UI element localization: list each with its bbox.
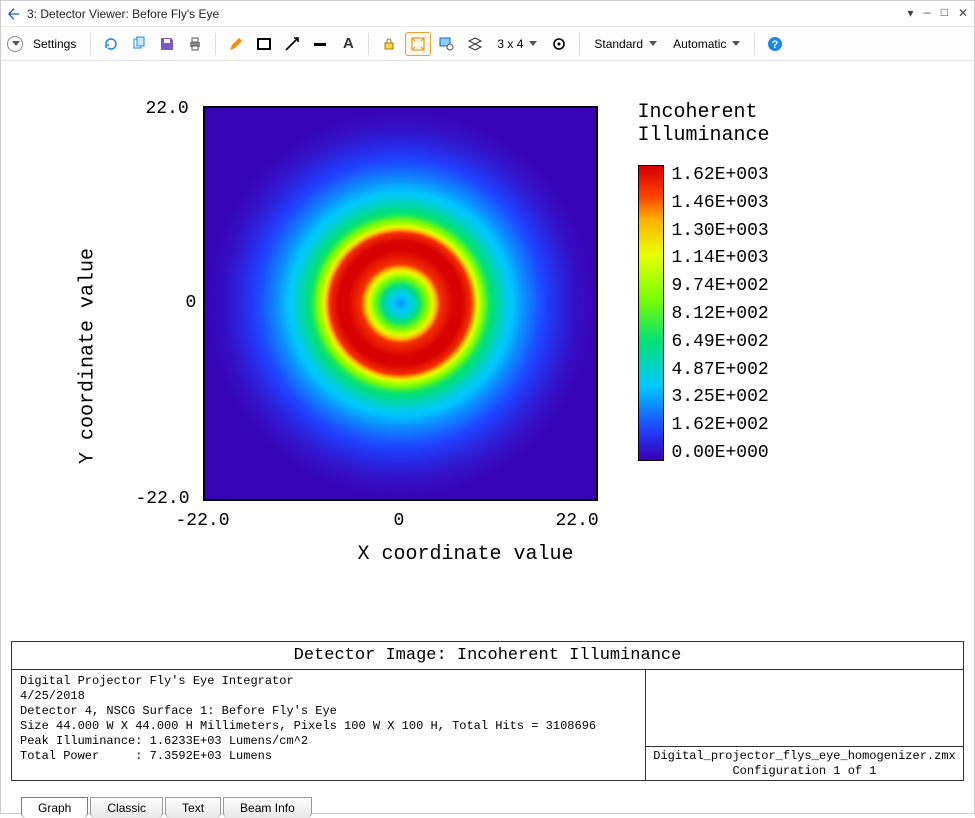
colorbar-tick: 9.74E+002 <box>672 276 769 296</box>
automatic-dropdown[interactable]: Automatic <box>667 32 746 56</box>
colorbar-legend: IncoherentIlluminance 1.62E+003 1.46E+003… <box>638 101 918 463</box>
chevron-down-icon <box>649 41 657 46</box>
print-button[interactable] <box>183 32 207 56</box>
maximize-button[interactable]: □ <box>941 6 948 21</box>
rectangle-button[interactable] <box>252 32 276 56</box>
y-tick-bot: -22.0 <box>136 489 190 509</box>
tab-beam-info[interactable]: Beam Info <box>223 797 312 818</box>
colorbar-tick: 6.49E+002 <box>672 332 769 352</box>
minimize-button[interactable]: — <box>924 6 931 21</box>
grid-size-button[interactable]: 3 x 4 <box>491 32 543 56</box>
titlebar: 3: Detector Viewer: Before Fly's Eye ▾ —… <box>1 1 974 27</box>
expand-toggle[interactable] <box>7 36 23 52</box>
y-tick-top: 22.0 <box>146 99 189 119</box>
x-axis-label: X coordinate value <box>358 543 574 627</box>
tab-graph[interactable]: Graph <box>21 797 88 818</box>
colorbar-ticks: 1.62E+003 1.46E+003 1.30E+003 1.14E+003 9.74… <box>672 165 769 463</box>
window-settings-button[interactable] <box>435 32 459 56</box>
tab-strip: GraphClassicTextBeam Info <box>1 791 974 817</box>
pencil-button[interactable] <box>224 32 248 56</box>
chevron-down-icon <box>732 41 740 46</box>
svg-text:?: ? <box>772 39 779 51</box>
dropdown-icon[interactable]: ▾ <box>908 6 914 21</box>
copy-button[interactable] <box>127 32 151 56</box>
colorbar-tick: 4.87E+002 <box>672 360 769 380</box>
window-title: 3: Detector Viewer: Before Fly's Eye <box>27 7 908 21</box>
info-text: Digital Projector Fly's Eye Integrator 4… <box>12 670 646 780</box>
info-panel-title: Detector Image: Incoherent Illuminance <box>12 642 963 670</box>
close-button[interactable]: ✕ <box>958 6 968 21</box>
heatmap <box>203 106 598 501</box>
standard-dropdown[interactable]: Standard <box>588 32 663 56</box>
colorbar-tick: 8.12E+002 <box>672 304 769 324</box>
colorbar-tick: 1.62E+003 <box>672 165 769 185</box>
x-tick-right: 22.0 <box>556 511 599 531</box>
legend-title: IncoherentIlluminance <box>638 101 918 147</box>
colorbar-tick: 1.62E+002 <box>672 415 769 435</box>
app-icon <box>7 7 21 21</box>
refresh-button[interactable] <box>99 32 123 56</box>
target-button[interactable] <box>547 32 571 56</box>
layers-button[interactable] <box>463 32 487 56</box>
heatmap-canvas <box>205 108 596 499</box>
line-arrow-button[interactable] <box>280 32 304 56</box>
toolbar: Settings A 3 x 4 Standard Automatic ? <box>1 27 974 61</box>
x-tick-left: -22.0 <box>176 511 230 531</box>
colorbar <box>638 165 664 461</box>
x-tick-mid: 0 <box>394 511 405 531</box>
tab-text[interactable]: Text <box>165 797 221 818</box>
lock-button[interactable] <box>377 32 401 56</box>
save-button[interactable] <box>155 32 179 56</box>
chevron-down-icon <box>529 41 537 46</box>
colorbar-tick: 1.14E+003 <box>672 248 769 268</box>
text-annot-button[interactable]: A <box>336 32 360 56</box>
colorbar-tick: 1.46E+003 <box>672 193 769 213</box>
colorbar-tick: 1.30E+003 <box>672 221 769 241</box>
info-right-empty <box>646 670 963 747</box>
tab-classic[interactable]: Classic <box>90 797 163 818</box>
colorbar-tick: 3.25E+002 <box>672 387 769 407</box>
settings-button[interactable]: Settings <box>27 32 82 56</box>
y-axis-label: Y coordinate value <box>76 248 99 464</box>
info-panel: Detector Image: Incoherent Illuminance D… <box>11 641 964 781</box>
fit-window-button[interactable] <box>405 32 431 56</box>
y-tick-mid: 0 <box>186 293 197 313</box>
colorbar-tick: 0.00E+000 <box>672 443 769 463</box>
plot-area: Y coordinate value 22.0 0 -22.0 -22.0 0 … <box>1 61 974 641</box>
help-button[interactable]: ? <box>763 32 787 56</box>
info-file-config: Digital_projector_flys_eye_homogenizer.z… <box>646 747 963 780</box>
line-weight-button[interactable] <box>308 32 332 56</box>
